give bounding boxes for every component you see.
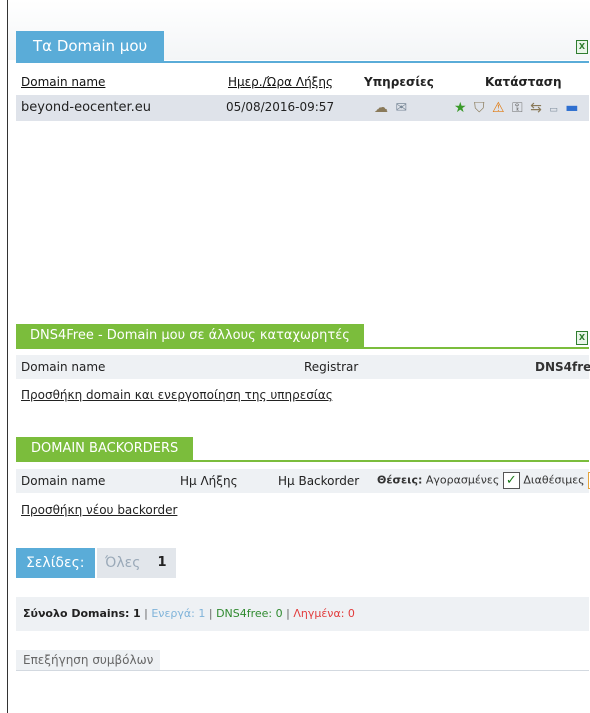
total-count: 1 — [132, 607, 141, 620]
column-registrar: Registrar — [304, 360, 359, 374]
star-icon[interactable]: ★ — [454, 100, 467, 116]
section-rule — [16, 61, 589, 63]
dns4free-label: DNS4free: — [216, 607, 273, 620]
active-count: 1 — [198, 607, 206, 620]
cloud-hosting-icon[interactable]: ☁ — [374, 100, 388, 116]
table-row[interactable]: beyond-eocenter.eu 05/08/2016-09:57 ☁ ✉ … — [16, 95, 589, 121]
purchased-label: Αγορασμένες — [425, 473, 500, 487]
expired-count: 0 — [347, 607, 355, 620]
smp-icon[interactable]: ▭ — [549, 102, 558, 118]
pagination-label: Σελίδες: — [16, 548, 95, 578]
expired-label: Ληγμένα: — [293, 607, 345, 620]
separator: | — [208, 607, 213, 620]
separator: | — [286, 607, 290, 620]
available-label: Διαθέσιμες — [523, 473, 585, 487]
table-header: Domain name Ημ Λήξης Ημ Backorder Θέσεις… — [16, 469, 590, 493]
active-label: Ενεργά: — [151, 607, 195, 620]
tab-my-domains[interactable]: Τα Domain μου — [16, 31, 165, 61]
separator: | — [144, 607, 148, 620]
services-cell: ☁ ✉ — [374, 100, 410, 116]
tab-symbols-legend[interactable]: Επεξήγηση συμβόλων — [16, 650, 161, 671]
tab-dns4free[interactable]: DNS4Free - Domain μου σε άλλους καταχωρη… — [16, 324, 364, 348]
column-dns4free: DNS4free — [535, 360, 590, 374]
tab-backorders[interactable]: DOMAIN BACKORDERS — [16, 437, 194, 461]
total-label: Σύνολο Domains: — [23, 607, 130, 620]
column-domain-name: Domain name — [21, 474, 106, 488]
column-backorder: Ημ Backorder — [278, 474, 360, 488]
section-rule — [16, 347, 589, 349]
pagination-all-button[interactable]: Όλες — [97, 548, 149, 578]
domains-summary: Σύνολο Domains: 1 | Ενεργά: 1 | DNS4free… — [16, 597, 589, 631]
dns4free-count: 0 — [275, 607, 283, 620]
add-dns4free-link[interactable]: Προσθήκη domain και ενεργοποίηση της υπη… — [21, 388, 333, 402]
shield-icon[interactable]: ⛉ — [474, 100, 485, 116]
email-service-icon[interactable]: ✉ — [395, 100, 407, 116]
status-cell: ★ ⛉ ⚠ ⚿ ⇆ ▭ ▬ — [454, 100, 581, 118]
transfer-icon[interactable]: ⇆ — [530, 100, 542, 116]
add-backorder-link[interactable]: Προσθήκη νέου backorder — [21, 503, 177, 517]
table-header: Domain name Registrar DNS4free — [16, 355, 590, 379]
content-panel: Τα Domain μου X Domain name Ημερ./Ώρα Λή… — [7, 0, 590, 713]
section-rule — [16, 670, 589, 671]
excel-export-icon[interactable]: X — [576, 40, 588, 54]
positions-label: Θέσεις: — [377, 473, 423, 487]
pagination-page-1[interactable]: 1 — [148, 548, 176, 578]
positions-legend: Θέσεις: Αγορασμένες ✓ Διαθέσιμες — [377, 472, 590, 489]
purchased-checkbox[interactable]: ✓ — [502, 472, 520, 489]
column-expiry[interactable]: Ημερ./Ώρα Λήξης — [228, 75, 333, 89]
excel-export-icon[interactable]: X — [576, 331, 588, 345]
column-domain-name[interactable]: Domain name — [21, 75, 105, 89]
section-rule — [16, 460, 589, 462]
column-services: Υπηρεσίες — [364, 75, 434, 89]
column-status: Κατάσταση — [485, 75, 562, 89]
expiry-cell: 05/08/2016-09:57 — [226, 100, 335, 114]
column-expiry: Ημ Λήξης — [180, 474, 238, 488]
warning-icon[interactable]: ⚠ — [492, 100, 505, 116]
lock-icon[interactable]: ⚿ — [512, 100, 523, 116]
monitor-icon[interactable]: ▬ — [565, 100, 578, 116]
domain-name-cell[interactable]: beyond-eocenter.eu — [21, 100, 151, 115]
column-domain-name: Domain name — [21, 360, 106, 374]
